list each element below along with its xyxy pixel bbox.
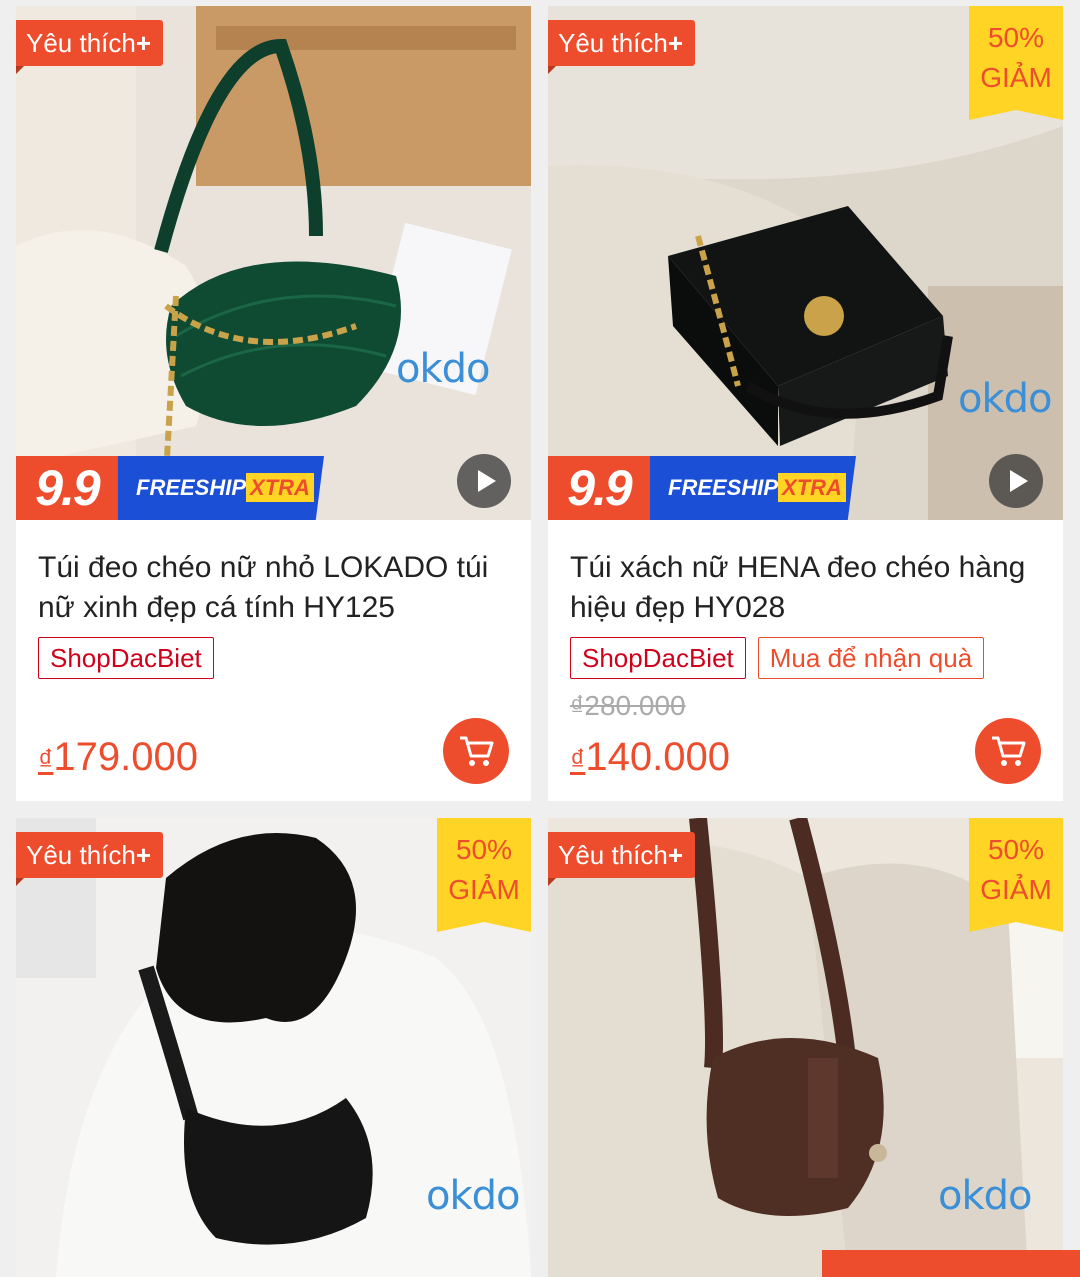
product-image[interactable]: okdo Yêu thích+ 50% GIẢM (16, 818, 531, 1277)
favorite-badge: Yêu thích+ (16, 832, 164, 886)
brand-watermark: okdo (958, 376, 1052, 422)
product-card[interactable]: okdo Yêu thích+ 50% GIẢM (548, 818, 1063, 1277)
play-icon[interactable] (989, 454, 1043, 508)
product-tags: ShopDacBiet (38, 637, 214, 679)
gift-tag: Mua để nhận quà (757, 637, 985, 679)
cart-icon (460, 736, 494, 766)
favorite-badge: Yêu thích+ (548, 20, 696, 74)
product-title: Túi đeo chéo nữ nhỏ LOKADO túi nữ xinh đ… (38, 551, 489, 624)
product-price: ₫140.000 (570, 735, 730, 779)
product-image[interactable]: okdo Yêu thích+ 50% GIẢM 9.9 FREESHIP XTRA (548, 6, 1063, 520)
freeship-xtra-badge: FREESHIP XTRA (650, 456, 856, 520)
brand-watermark: okdo (426, 1173, 520, 1219)
freeship-xtra-badge: FREESHIP XTRA (118, 456, 324, 520)
discount-badge: 50% GIẢM (969, 6, 1063, 120)
original-price: ₫280.000 (570, 690, 686, 721)
product-card[interactable]: okdo Yêu thích+ 50% GIẢM (16, 818, 531, 1277)
product-title: Túi xách nữ HENA đeo chéo hàng hiệu đẹp … (570, 551, 1026, 624)
promo-banner: 9.9 FREESHIP XTRA (16, 456, 324, 520)
product-image[interactable]: okdo Yêu thích+ 50% GIẢM (548, 818, 1063, 1277)
brand-watermark: okdo (396, 346, 490, 392)
shop-tag: ShopDacBiet (38, 637, 214, 679)
sale-99-badge: 9.9 (16, 456, 118, 520)
product-tags: ShopDacBiet Mua để nhận quà (570, 637, 985, 679)
product-price: ₫179.000 (38, 735, 198, 779)
discount-badge: 50% GIẢM (437, 818, 531, 932)
play-icon[interactable] (457, 454, 511, 508)
favorite-badge: Yêu thích+ (16, 20, 164, 74)
discount-badge: 50% GIẢM (969, 818, 1063, 932)
add-to-cart-button[interactable] (443, 718, 509, 784)
product-grid: okdo Yêu thích+ 9.9 FREESHIP XTRA Túi đeo… (0, 0, 1080, 1277)
promo-banner: 9.9 FREESHIP XTRA (548, 456, 856, 520)
product-image[interactable]: okdo Yêu thích+ 9.9 FREESHIP XTRA (16, 6, 531, 520)
favorite-badge: Yêu thích+ (548, 832, 696, 886)
product-card[interactable]: okdo Yêu thích+ 50% GIẢM 9.9 FREESHIP XTRA… (548, 6, 1063, 801)
cart-icon (992, 736, 1026, 766)
add-to-cart-button[interactable] (975, 718, 1041, 784)
floating-action-bar[interactable] (822, 1250, 1080, 1277)
shop-tag: ShopDacBiet (570, 637, 746, 679)
product-card[interactable]: okdo Yêu thích+ 9.9 FREESHIP XTRA Túi đeo… (16, 6, 531, 801)
sale-99-badge: 9.9 (548, 456, 650, 520)
brand-watermark: okdo (938, 1173, 1032, 1219)
